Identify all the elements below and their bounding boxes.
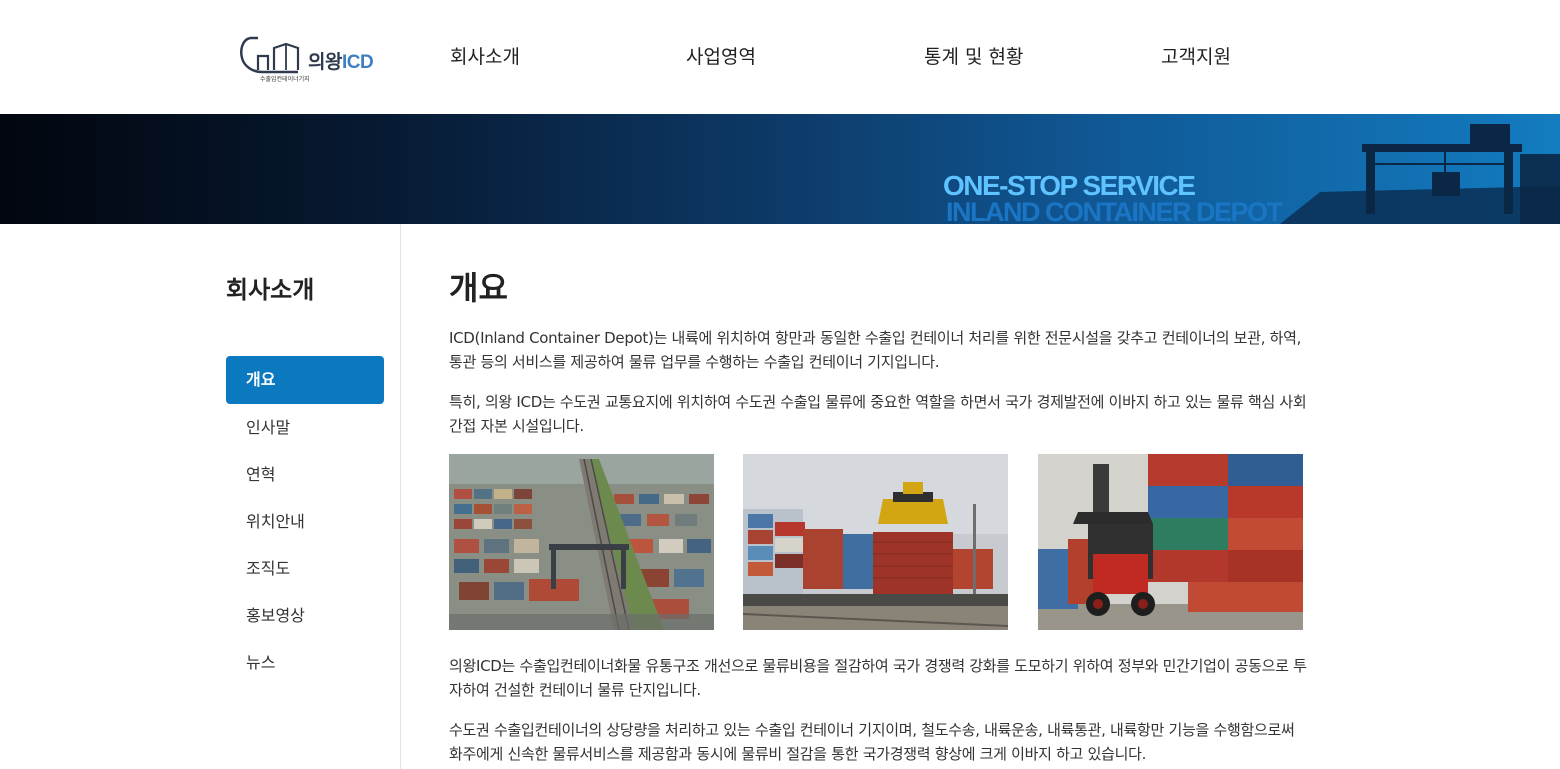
aerial-container-yard-photo <box>449 454 714 630</box>
sidebar-divider <box>400 224 401 769</box>
rail-container-loading-photo <box>743 454 1008 630</box>
sidebar-item-promo-video[interactable]: 홍보영상 <box>226 592 384 639</box>
site-header: 의왕ICD 수출입컨테이너기지 회사소개 사업영역 통계 및 현황 고객지원 <box>0 0 1560 114</box>
crane-silhouette-icon <box>1280 124 1560 224</box>
sidebar-item-overview[interactable]: 개요 <box>226 356 384 404</box>
nav-business[interactable]: 사업영역 <box>686 42 756 72</box>
reach-stacker-containers-photo <box>1038 454 1303 630</box>
body-paragraph-4: 수도권 수출입컨테이너의 상당량을 처리하고 있는 수출입 컨테이너 기지이며,… <box>449 721 1295 763</box>
banner-subtitle: INLAND CONTAINER DEPOT <box>946 197 1283 224</box>
sidebar-item-location[interactable]: 위치안내 <box>226 498 384 545</box>
sidebar-title: 회사소개 <box>226 276 315 304</box>
nav-support[interactable]: 고객지원 <box>1161 42 1231 72</box>
logo-subtitle: 수출입컨테이너기지 <box>260 76 310 83</box>
sidebar-item-news[interactable]: 뉴스 <box>226 639 384 686</box>
intro-paragraph-1: ICD(Inland Container Depot)는 내륙에 위치하여 항만… <box>449 329 1302 371</box>
logo-text: 의왕ICD <box>308 52 374 73</box>
site-logo[interactable]: 의왕ICD 수출입컨테이너기지 <box>238 32 378 86</box>
hero-banner: ONE-STOP SERVICE INLAND CONTAINER DEPOT <box>0 114 1560 224</box>
body-paragraph-3: 의왕ICD는 수출입컨테이너화물 유통구조 개선으로 물류비용을 절감하여 국가… <box>449 657 1307 699</box>
page-title: 개요 <box>449 269 508 307</box>
sidebar-item-greeting[interactable]: 인사말 <box>226 404 384 451</box>
sidebar-menu: 개요 인사말 연혁 위치안내 조직도 홍보영상 뉴스 <box>226 356 384 686</box>
intro-paragraph-2: 특히, 의왕 ICD는 수도권 교통요지에 위치하여 수도권 수출입 물류에 중… <box>449 393 1307 435</box>
sidebar-item-history[interactable]: 연혁 <box>226 451 384 498</box>
nav-statistics[interactable]: 통계 및 현황 <box>924 42 1023 72</box>
nav-company[interactable]: 회사소개 <box>450 42 520 72</box>
sidebar-item-organization[interactable]: 조직도 <box>226 545 384 592</box>
